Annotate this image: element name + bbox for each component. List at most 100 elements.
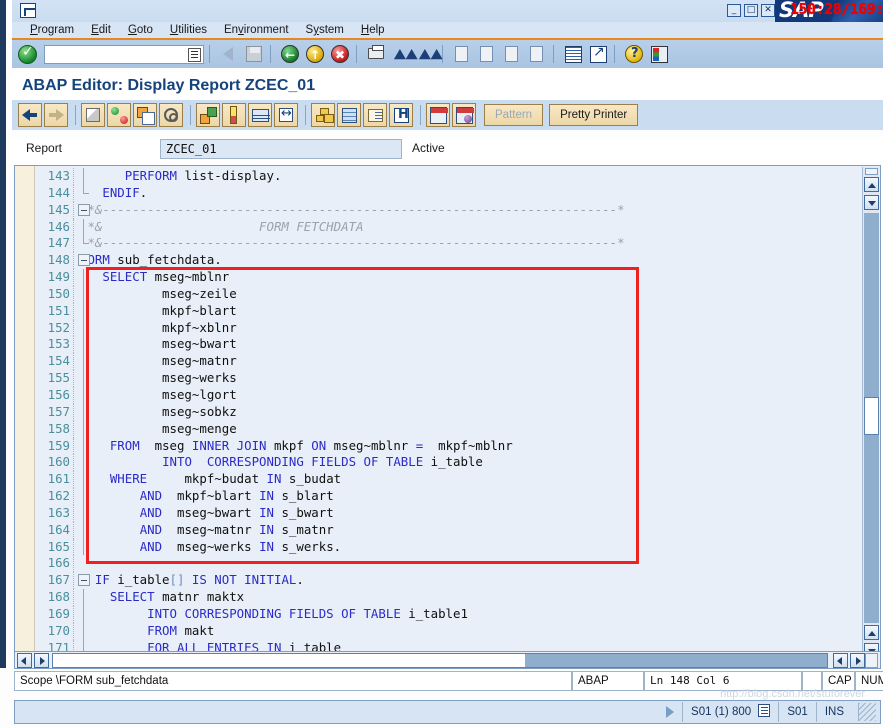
- find-next-icon[interactable]: ⛰⛰: [415, 43, 443, 65]
- horizontal-scrollbar-track[interactable]: [52, 652, 828, 668]
- minimize-button[interactable]: _: [727, 4, 741, 17]
- stack-icon[interactable]: [337, 103, 361, 127]
- server-session-icon[interactable]: [758, 704, 771, 717]
- first-page-icon[interactable]: [451, 43, 473, 65]
- maximize-button[interactable]: □: [744, 4, 758, 17]
- forward-display-icon[interactable]: [44, 103, 68, 127]
- scrollbar-thumb[interactable]: [864, 397, 879, 435]
- pattern-button[interactable]: Pattern: [484, 104, 544, 126]
- activate-spiral-icon[interactable]: [159, 103, 183, 127]
- report-row: Report Active: [12, 138, 883, 162]
- command-input[interactable]: [45, 46, 185, 64]
- menu-item-goto[interactable]: Goto: [128, 22, 153, 39]
- new-session-icon[interactable]: [562, 43, 584, 65]
- code-line[interactable]: 148 FORM sub_fetchdata.: [36, 252, 846, 270]
- code-line[interactable]: 162 AND mkpf~blart IN s_blart: [36, 488, 846, 505]
- scroll-right-arrow[interactable]: [34, 652, 49, 668]
- code-line[interactable]: 152 mkpf~xblnr: [36, 319, 846, 337]
- code-line[interactable]: 161 WHERE mkpf~budat IN s_budat: [36, 471, 846, 489]
- code-line[interactable]: 149 SELECT mseg~mblnr: [36, 269, 846, 286]
- code-line[interactable]: 170 FROM makt: [36, 622, 846, 640]
- back-display-icon[interactable]: [18, 103, 42, 127]
- scroll-page-down-arrow[interactable]: [864, 625, 879, 640]
- code-line[interactable]: 163 AND mseg~bwart IN s_bwart: [36, 504, 846, 522]
- code-line[interactable]: 153 mseg~bwart: [36, 336, 846, 354]
- debug-user-icon[interactable]: [452, 103, 476, 127]
- code-line[interactable]: 154 mseg~matnr: [36, 353, 846, 371]
- code-line[interactable]: 165 AND mseg~werks IN s_werks.: [36, 538, 846, 556]
- structure-tree-icon[interactable]: [311, 103, 335, 127]
- copy-object-icon[interactable]: [133, 103, 157, 127]
- code-line[interactable]: 151 mkpf~blart: [36, 302, 846, 320]
- code-line[interactable]: 145 *&----------------------------------…: [36, 201, 846, 219]
- where-used-icon[interactable]: [274, 103, 298, 127]
- status-expand-icon[interactable]: [666, 706, 675, 718]
- check-icon[interactable]: [222, 103, 246, 127]
- pretty-printer-button[interactable]: Pretty Printer: [549, 104, 639, 126]
- display-change-icon[interactable]: [81, 103, 105, 127]
- object-navigator-icon[interactable]: [196, 103, 220, 127]
- report-name-input[interactable]: [161, 140, 401, 158]
- code-line[interactable]: 146 *& FORM FETCHDATA: [36, 218, 846, 236]
- scroll-up-arrow[interactable]: [864, 177, 879, 192]
- code-scroll-area[interactable]: 143 PERFORM list-display. 144 ENDIF. 145 *…: [36, 166, 846, 664]
- back-arrow-icon[interactable]: [218, 43, 240, 65]
- code-line[interactable]: 158 mseg~menge: [36, 420, 846, 438]
- find-icon[interactable]: ⛰⛰: [390, 43, 418, 65]
- last-page-icon[interactable]: [526, 43, 548, 65]
- help-icon[interactable]: [623, 43, 645, 65]
- menu-item-help[interactable]: Help: [361, 22, 385, 39]
- code-line[interactable]: 157 mseg~sobkz: [36, 403, 846, 421]
- code-line[interactable]: 143 PERFORM list-display.: [36, 168, 846, 185]
- close-button[interactable]: ✕: [761, 4, 775, 17]
- code-line[interactable]: 160 INTO CORRESPONDING FIELDS OF TABLE i…: [36, 454, 846, 472]
- layout-menu-icon[interactable]: [648, 43, 670, 65]
- code-line[interactable]: 164 AND mseg~matnr IN s_matnr: [36, 521, 846, 539]
- horizontal-scrollbar-thumb[interactable]: [53, 653, 526, 667]
- scroll-page-up-arrow[interactable]: [864, 195, 879, 210]
- code-line[interactable]: 167 IF i_table[] IS NOT INITIAL.: [36, 572, 846, 590]
- code-fold-marker[interactable]: [78, 574, 90, 587]
- code-line[interactable]: 159 FROM mseg INNER JOIN mkpf ON mseg~mb…: [36, 437, 846, 455]
- menu-item-system[interactable]: System: [306, 22, 344, 39]
- code-line[interactable]: 155 mseg~werks: [36, 370, 846, 387]
- code-line[interactable]: 166: [36, 555, 846, 573]
- resize-grip-icon[interactable]: [858, 703, 876, 721]
- activate-icon[interactable]: [248, 103, 272, 127]
- debug-icon[interactable]: [426, 103, 450, 127]
- info-icon[interactable]: [389, 103, 413, 127]
- code-line[interactable]: 168 SELECT matnr maktx: [36, 589, 846, 606]
- code-editor[interactable]: 143 PERFORM list-display. 144 ENDIF. 145 *…: [14, 165, 881, 665]
- command-history-icon[interactable]: [188, 47, 201, 62]
- previous-page-icon[interactable]: [476, 43, 498, 65]
- code-line[interactable]: 144 ENDIF.: [36, 184, 846, 202]
- scroll-right-arrow-right-group[interactable]: [850, 652, 865, 668]
- exit-yellow-icon[interactable]: ↑: [304, 43, 326, 65]
- code-line[interactable]: 156 mseg~lgort: [36, 386, 846, 404]
- menu-item-environment[interactable]: Environment: [224, 22, 289, 39]
- menu-item-edit[interactable]: Edit: [91, 22, 111, 39]
- window-menu-icon[interactable]: [20, 3, 36, 18]
- command-field[interactable]: [44, 44, 204, 64]
- menu-item-program[interactable]: PProgramrogram: [30, 22, 74, 39]
- cancel-red-icon[interactable]: ✖: [329, 43, 351, 65]
- check-syntax-icon[interactable]: [107, 103, 131, 127]
- editor-vertical-scrollbar[interactable]: [862, 167, 879, 663]
- code-line[interactable]: 169 INTO CORRESPONDING FIELDS OF TABLE i…: [36, 605, 846, 623]
- scroll-left-arrow-right-group[interactable]: [833, 652, 848, 668]
- code-fold-marker[interactable]: [78, 254, 90, 267]
- report-name-field[interactable]: [160, 139, 402, 159]
- create-shortcut-icon[interactable]: [587, 43, 609, 65]
- editor-horizontal-scrollbar[interactable]: [14, 651, 881, 669]
- print-icon[interactable]: [365, 43, 387, 65]
- code-line[interactable]: 150 mseg~zeile: [36, 285, 846, 303]
- save-icon[interactable]: [243, 43, 265, 65]
- next-page-icon[interactable]: [501, 43, 523, 65]
- code-line[interactable]: 147 *&----------------------------------…: [36, 235, 846, 253]
- code-fold-marker[interactable]: [78, 203, 90, 216]
- back-green-icon[interactable]: ←: [279, 43, 301, 65]
- list-icon[interactable]: [363, 103, 387, 127]
- menu-item-utilities[interactable]: Utilities: [170, 22, 207, 39]
- scroll-left-arrow[interactable]: [17, 652, 32, 668]
- enter-ok-icon[interactable]: [18, 44, 37, 64]
